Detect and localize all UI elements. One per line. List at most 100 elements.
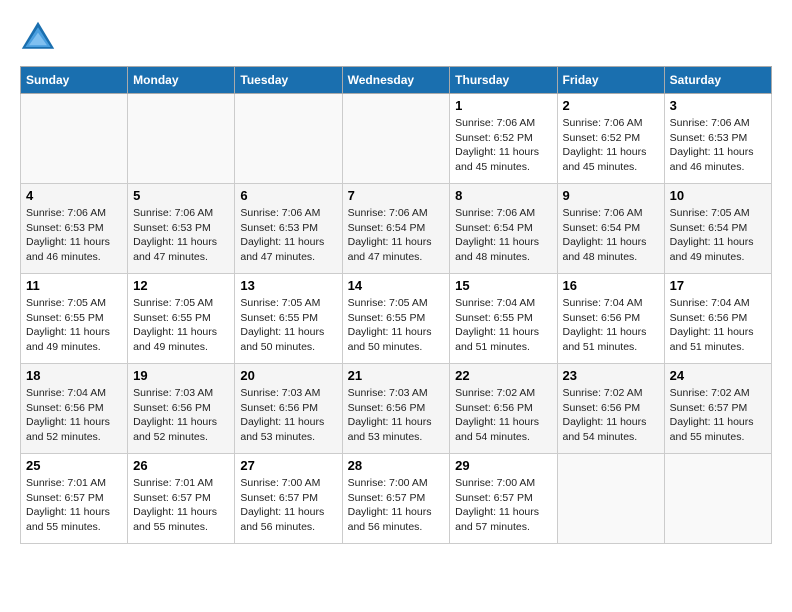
- header-cell-friday: Friday: [557, 67, 664, 94]
- calendar-cell: 7 Sunrise: 7:06 AM Sunset: 6:54 PM Daylig…: [342, 184, 450, 274]
- calendar-cell: [664, 454, 771, 544]
- calendar-cell: 17Sunrise: 7:04 AM Sunset: 6:56 PM Dayli…: [664, 274, 771, 364]
- day-info: Sunrise: 7:03 AM Sunset: 6:56 PM Dayligh…: [240, 386, 336, 445]
- page-header: [20, 20, 772, 56]
- header-cell-thursday: Thursday: [450, 67, 557, 94]
- calendar-row: 25 Sunrise: 7:01 AM Sunset: 6:57 PM Dayli…: [21, 454, 772, 544]
- day-info: Sunrise: 7:02 AM Sunset: 6:56 PM Dayligh…: [563, 386, 659, 445]
- calendar-cell: 14 Sunrise: 7:05 AM Sunset: 6:55 PM Dayli…: [342, 274, 450, 364]
- calendar-cell: 11 Sunrise: 7:05 AM Sunset: 6:55 PM Dayli…: [21, 274, 128, 364]
- day-number: 11: [26, 278, 122, 293]
- day-info: Sunrise: 7:06 AM Sunset: 6:53 PM Dayligh…: [670, 116, 766, 175]
- day-number: 6: [240, 188, 336, 203]
- logo: [20, 20, 62, 56]
- calendar-cell: 8 Sunrise: 7:06 AM Sunset: 6:54 PM Daylig…: [450, 184, 557, 274]
- day-number: 16: [563, 278, 659, 293]
- calendar-cell: 5 Sunrise: 7:06 AM Sunset: 6:53 PM Daylig…: [128, 184, 235, 274]
- calendar-cell: 28 Sunrise: 7:00 AM Sunset: 6:57 PM Dayli…: [342, 454, 450, 544]
- calendar-cell: 6 Sunrise: 7:06 AM Sunset: 6:53 PM Daylig…: [235, 184, 342, 274]
- day-info: Sunrise: 7:05 AM Sunset: 6:55 PM Dayligh…: [26, 296, 122, 355]
- calendar-cell: 19Sunrise: 7:03 AM Sunset: 6:56 PM Dayli…: [128, 364, 235, 454]
- header-row: SundayMondayTuesdayWednesdayThursdayFrid…: [21, 67, 772, 94]
- day-info: Sunrise: 7:01 AM Sunset: 6:57 PM Dayligh…: [133, 476, 229, 535]
- day-info: Sunrise: 7:06 AM Sunset: 6:54 PM Dayligh…: [348, 206, 445, 265]
- calendar-header: SundayMondayTuesdayWednesdayThursdayFrid…: [21, 67, 772, 94]
- calendar-cell: 24Sunrise: 7:02 AM Sunset: 6:57 PM Dayli…: [664, 364, 771, 454]
- calendar-cell: 12 Sunrise: 7:05 AM Sunset: 6:55 PM Dayli…: [128, 274, 235, 364]
- calendar-row: 1 Sunrise: 7:06 AM Sunset: 6:52 PM Daylig…: [21, 94, 772, 184]
- day-number: 27: [240, 458, 336, 473]
- day-number: 26: [133, 458, 229, 473]
- day-info: Sunrise: 7:00 AM Sunset: 6:57 PM Dayligh…: [240, 476, 336, 535]
- day-info: Sunrise: 7:05 AM Sunset: 6:55 PM Dayligh…: [133, 296, 229, 355]
- day-info: Sunrise: 7:06 AM Sunset: 6:53 PM Dayligh…: [240, 206, 336, 265]
- day-info: Sunrise: 7:06 AM Sunset: 6:54 PM Dayligh…: [455, 206, 551, 265]
- day-info: Sunrise: 7:05 AM Sunset: 6:54 PM Dayligh…: [670, 206, 766, 265]
- day-info: Sunrise: 7:04 AM Sunset: 6:56 PM Dayligh…: [26, 386, 122, 445]
- calendar-cell: 18 Sunrise: 7:04 AM Sunset: 6:56 PM Dayli…: [21, 364, 128, 454]
- day-number: 20: [240, 368, 336, 383]
- day-info: Sunrise: 7:05 AM Sunset: 6:55 PM Dayligh…: [348, 296, 445, 355]
- header-cell-wednesday: Wednesday: [342, 67, 450, 94]
- calendar-cell: [342, 94, 450, 184]
- day-info: Sunrise: 7:00 AM Sunset: 6:57 PM Dayligh…: [455, 476, 551, 535]
- day-number: 28: [348, 458, 445, 473]
- calendar-cell: 20 Sunrise: 7:03 AM Sunset: 6:56 PM Dayli…: [235, 364, 342, 454]
- header-cell-tuesday: Tuesday: [235, 67, 342, 94]
- day-number: 2: [563, 98, 659, 113]
- day-number: 24: [670, 368, 766, 383]
- day-info: Sunrise: 7:02 AM Sunset: 6:56 PM Dayligh…: [455, 386, 551, 445]
- calendar-cell: 29 Sunrise: 7:00 AM Sunset: 6:57 PM Dayli…: [450, 454, 557, 544]
- day-number: 5: [133, 188, 229, 203]
- calendar-cell: 2Sunrise: 7:06 AM Sunset: 6:52 PM Daylig…: [557, 94, 664, 184]
- day-number: 1: [455, 98, 551, 113]
- calendar-cell: 9 Sunrise: 7:06 AM Sunset: 6:54 PM Daylig…: [557, 184, 664, 274]
- calendar-table: SundayMondayTuesdayWednesdayThursdayFrid…: [20, 66, 772, 544]
- calendar-row: 4 Sunrise: 7:06 AM Sunset: 6:53 PM Daylig…: [21, 184, 772, 274]
- day-number: 10: [670, 188, 766, 203]
- day-info: Sunrise: 7:03 AM Sunset: 6:56 PM Dayligh…: [348, 386, 445, 445]
- day-info: Sunrise: 7:05 AM Sunset: 6:55 PM Dayligh…: [240, 296, 336, 355]
- calendar-cell: 13Sunrise: 7:05 AM Sunset: 6:55 PM Dayli…: [235, 274, 342, 364]
- calendar-cell: [557, 454, 664, 544]
- day-number: 14: [348, 278, 445, 293]
- day-number: 9: [563, 188, 659, 203]
- calendar-cell: [21, 94, 128, 184]
- calendar-body: 1 Sunrise: 7:06 AM Sunset: 6:52 PM Daylig…: [21, 94, 772, 544]
- calendar-cell: 26 Sunrise: 7:01 AM Sunset: 6:57 PM Dayli…: [128, 454, 235, 544]
- day-info: Sunrise: 7:06 AM Sunset: 6:54 PM Dayligh…: [563, 206, 659, 265]
- day-number: 25: [26, 458, 122, 473]
- day-number: 4: [26, 188, 122, 203]
- calendar-cell: 22 Sunrise: 7:02 AM Sunset: 6:56 PM Dayli…: [450, 364, 557, 454]
- day-number: 23: [563, 368, 659, 383]
- calendar-cell: 16 Sunrise: 7:04 AM Sunset: 6:56 PM Dayli…: [557, 274, 664, 364]
- day-info: Sunrise: 7:01 AM Sunset: 6:57 PM Dayligh…: [26, 476, 122, 535]
- day-info: Sunrise: 7:00 AM Sunset: 6:57 PM Dayligh…: [348, 476, 445, 535]
- calendar-cell: 27 Sunrise: 7:00 AM Sunset: 6:57 PM Dayli…: [235, 454, 342, 544]
- day-number: 29: [455, 458, 551, 473]
- day-info: Sunrise: 7:04 AM Sunset: 6:56 PM Dayligh…: [670, 296, 766, 355]
- calendar-cell: 21 Sunrise: 7:03 AM Sunset: 6:56 PM Dayli…: [342, 364, 450, 454]
- day-number: 12: [133, 278, 229, 293]
- day-info: Sunrise: 7:06 AM Sunset: 6:53 PM Dayligh…: [133, 206, 229, 265]
- day-number: 8: [455, 188, 551, 203]
- header-cell-saturday: Saturday: [664, 67, 771, 94]
- logo-icon: [20, 20, 56, 56]
- calendar-cell: [128, 94, 235, 184]
- day-number: 7: [348, 188, 445, 203]
- day-number: 22: [455, 368, 551, 383]
- day-number: 21: [348, 368, 445, 383]
- day-info: Sunrise: 7:04 AM Sunset: 6:56 PM Dayligh…: [563, 296, 659, 355]
- day-number: 19: [133, 368, 229, 383]
- header-cell-monday: Monday: [128, 67, 235, 94]
- day-number: 18: [26, 368, 122, 383]
- calendar-cell: 3 Sunrise: 7:06 AM Sunset: 6:53 PM Daylig…: [664, 94, 771, 184]
- day-info: Sunrise: 7:06 AM Sunset: 6:53 PM Dayligh…: [26, 206, 122, 265]
- header-cell-sunday: Sunday: [21, 67, 128, 94]
- calendar-cell: 1 Sunrise: 7:06 AM Sunset: 6:52 PM Daylig…: [450, 94, 557, 184]
- calendar-row: 11 Sunrise: 7:05 AM Sunset: 6:55 PM Dayli…: [21, 274, 772, 364]
- day-number: 3: [670, 98, 766, 113]
- day-info: Sunrise: 7:06 AM Sunset: 6:52 PM Dayligh…: [455, 116, 551, 175]
- day-info: Sunrise: 7:04 AM Sunset: 6:55 PM Dayligh…: [455, 296, 551, 355]
- calendar-cell: 23 Sunrise: 7:02 AM Sunset: 6:56 PM Dayli…: [557, 364, 664, 454]
